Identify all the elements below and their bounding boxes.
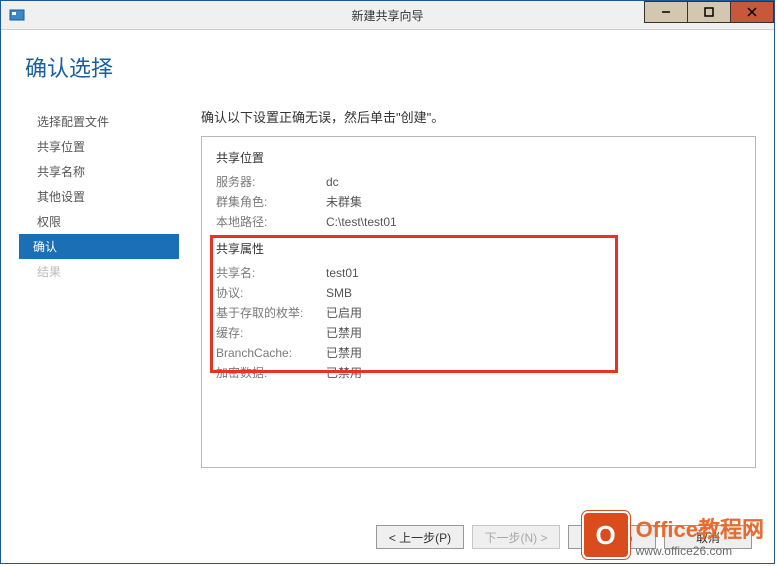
row-label: 服务器: (216, 172, 326, 192)
sidebar-item-label: 共享名称 (37, 165, 85, 179)
sidebar-item-other[interactable]: 其他设置 (19, 184, 179, 209)
sidebar-item-label: 权限 (37, 215, 61, 229)
row-label: 加密数据: (216, 363, 326, 383)
row-label: BranchCache: (216, 343, 326, 363)
sidebar-item-label: 确认 (33, 240, 57, 254)
row-cache: 缓存:已禁用 (216, 323, 741, 343)
sidebar-item-label: 选择配置文件 (37, 115, 109, 129)
footer-buttons: < 上一步(P) 下一步(N) > 创建(C) 取消 (1, 525, 774, 549)
titlebar: 新建共享向导 (1, 1, 774, 30)
page-title: 确认选择 (25, 51, 756, 83)
sidebar-item-profile[interactable]: 选择配置文件 (19, 109, 179, 134)
row-branchcache: BranchCache:已禁用 (216, 343, 741, 363)
client-area: 确认选择 选择配置文件 共享位置 共享名称 其他设置 权限 确认 结果 确认以下… (1, 29, 774, 563)
row-label: 基于存取的枚举: (216, 303, 326, 323)
sidebar: 选择配置文件 共享位置 共享名称 其他设置 权限 确认 结果 (19, 107, 179, 503)
section-title-location: 共享位置 (216, 149, 741, 166)
row-value: 已禁用 (326, 363, 362, 383)
row-value: 已禁用 (326, 343, 362, 363)
main-content: 确认以下设置正确无误，然后单击"创建"。 共享位置 服务器:dc 群集角色:未群… (179, 107, 756, 503)
confirm-panel: 共享位置 服务器:dc 群集角色:未群集 本地路径:C:\test\test01… (201, 136, 756, 468)
row-value: SMB (326, 283, 352, 303)
create-button[interactable]: 创建(C) (568, 525, 656, 549)
sidebar-item-confirm[interactable]: 确认 (19, 234, 179, 259)
sidebar-item-permissions[interactable]: 权限 (19, 209, 179, 234)
cancel-button[interactable]: 取消 (664, 525, 752, 549)
row-cluster-role: 群集角色:未群集 (216, 192, 741, 212)
row-encrypt: 加密数据:已禁用 (216, 363, 741, 383)
row-share-name: 共享名:test01 (216, 263, 741, 283)
row-label: 缓存: (216, 323, 326, 343)
window-buttons (645, 1, 774, 23)
minimize-button[interactable] (644, 1, 688, 23)
row-label: 本地路径: (216, 212, 326, 232)
close-button[interactable] (730, 1, 774, 23)
instruction-text: 确认以下设置正确无误，然后单击"创建"。 (201, 107, 756, 126)
app-icon (9, 7, 25, 23)
row-protocol: 协议:SMB (216, 283, 741, 303)
sidebar-item-name[interactable]: 共享名称 (19, 159, 179, 184)
section-title-properties: 共享属性 (216, 240, 741, 257)
row-value: 未群集 (326, 192, 362, 212)
sidebar-item-label: 结果 (37, 265, 61, 279)
maximize-button[interactable] (687, 1, 731, 23)
prev-button[interactable]: < 上一步(P) (376, 525, 464, 549)
row-server: 服务器:dc (216, 172, 741, 192)
row-value: 已启用 (326, 303, 362, 323)
sidebar-item-label: 共享位置 (37, 140, 85, 154)
next-button: 下一步(N) > (472, 525, 560, 549)
row-value: dc (326, 172, 339, 192)
row-label: 共享名: (216, 263, 326, 283)
sidebar-item-results: 结果 (19, 259, 179, 284)
row-value: 已禁用 (326, 323, 362, 343)
window-title: 新建共享向导 (351, 7, 423, 24)
sidebar-item-location[interactable]: 共享位置 (19, 134, 179, 159)
row-value: test01 (326, 263, 359, 283)
sidebar-item-label: 其他设置 (37, 190, 85, 204)
row-label: 群集角色: (216, 192, 326, 212)
row-value: C:\test\test01 (326, 212, 397, 232)
row-label: 协议: (216, 283, 326, 303)
body: 选择配置文件 共享位置 共享名称 其他设置 权限 确认 结果 确认以下设置正确无… (19, 107, 756, 503)
wizard-window: 新建共享向导 确认选择 选择配置文件 共享位置 共享名称 其他设置 权限 确认 … (0, 0, 775, 564)
row-abe: 基于存取的枚举:已启用 (216, 303, 741, 323)
row-local-path: 本地路径:C:\test\test01 (216, 212, 741, 232)
